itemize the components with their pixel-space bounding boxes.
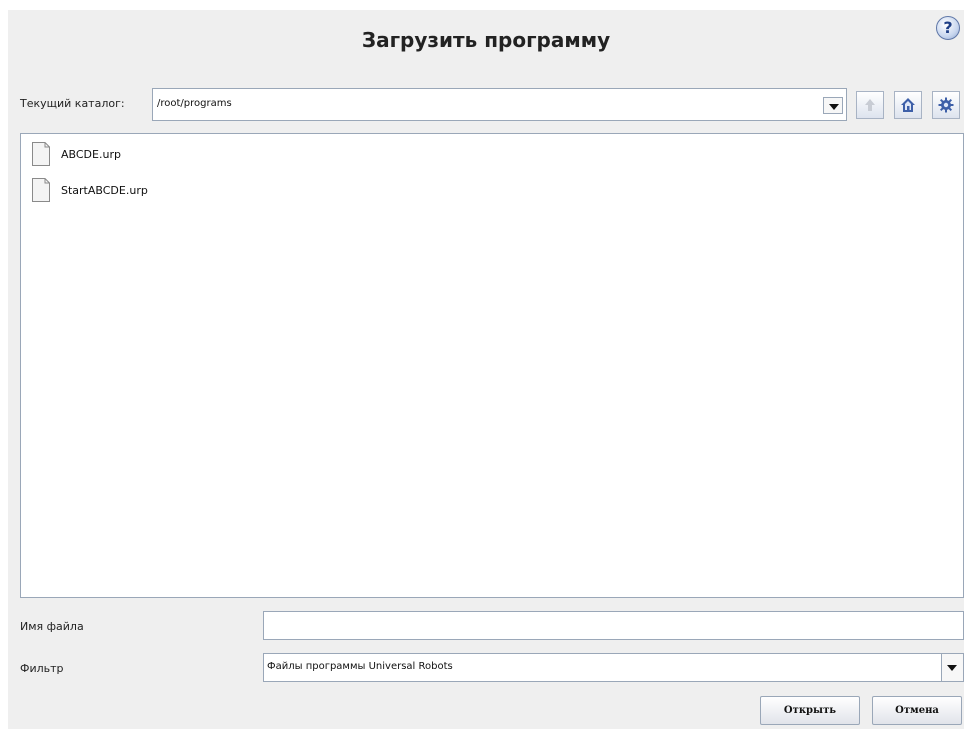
gear-icon [938, 97, 954, 113]
home-icon [901, 98, 915, 112]
current-directory-combo[interactable]: /root/programs [152, 88, 847, 121]
up-directory-button[interactable] [856, 91, 884, 119]
load-program-dialog: Загрузить программу ? Текущий каталог: /… [8, 10, 964, 729]
help-button[interactable]: ? [936, 16, 960, 40]
file-list[interactable]: ABCDE.urp StartABCDE.urp [20, 133, 964, 598]
filter-select[interactable]: Файлы программы Universal Robots [263, 653, 964, 682]
filter-value: Файлы программы Universal Robots [267, 661, 453, 672]
chevron-down-icon[interactable] [823, 97, 843, 114]
file-name: ABCDE.urp [61, 148, 121, 161]
home-button[interactable] [894, 91, 922, 119]
settings-button[interactable] [932, 91, 960, 119]
help-icon: ? [943, 18, 953, 37]
open-button[interactable]: Открыть [760, 696, 860, 725]
filter-label: Фильтр [20, 662, 64, 675]
file-name: StartABCDE.urp [61, 184, 148, 197]
document-icon [32, 178, 50, 202]
filename-label: Имя файла [20, 620, 84, 633]
current-directory-label: Текущий каталог: [20, 97, 125, 110]
up-arrow-icon [865, 99, 875, 111]
dialog-title: Загрузить программу [361, 28, 611, 52]
chevron-down-icon[interactable] [941, 654, 963, 681]
document-icon [32, 142, 50, 166]
current-directory-value: /root/programs [157, 98, 232, 109]
cancel-button[interactable]: Отмена [872, 696, 962, 725]
filename-input[interactable] [263, 611, 964, 640]
